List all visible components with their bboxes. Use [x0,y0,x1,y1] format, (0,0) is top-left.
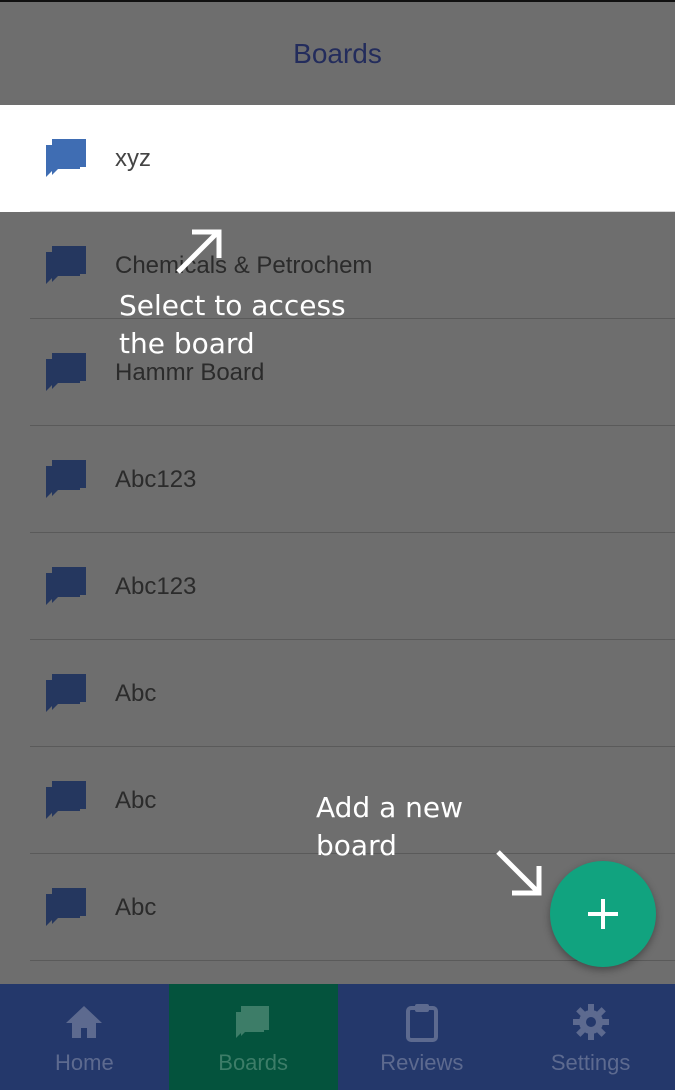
plus-icon [588,899,618,929]
chat-bubbles-icon [46,674,86,712]
chat-bubbles-icon [46,460,86,498]
board-row[interactable]: xyz [0,105,675,212]
chat-bubbles-icon [46,353,86,391]
header: Boards [0,0,675,105]
board-name: Abc123 [115,465,197,493]
board-name: xyz [115,144,151,172]
tab-boards[interactable]: Boards [168,984,338,1090]
chat-bubbles-icon [236,1006,270,1038]
add-hint-line1: Add a new [316,791,464,824]
board-name: Abc [115,679,157,707]
chat-bubbles-icon [46,246,86,284]
page-title: Boards [293,37,382,69]
arrow-down-right-icon [496,850,542,896]
chat-bubbles-icon [46,567,86,605]
board-name: Chemicals & Petrochem [115,251,373,279]
tab-settings-label: Settings [550,1050,631,1075]
board-name: Abc123 [115,572,197,600]
add-board-button[interactable] [550,861,656,967]
chat-bubbles-icon [46,139,86,177]
arrow-up-right-icon [176,229,222,274]
board-row[interactable]: Abc123 [0,426,675,533]
tab-settings[interactable]: Settings [506,984,675,1090]
tab-boards-label: Boards [218,1050,288,1075]
tab-home[interactable]: Home [0,984,169,1090]
clipboard-icon [405,1004,438,1042]
chat-bubbles-icon [46,781,86,819]
board-name: Abc [115,893,157,921]
chat-bubbles-icon [46,888,86,926]
tab-reviews-label: Reviews [380,1050,464,1075]
select-board-hint: Select to access the board [119,287,419,363]
app-frame: Boards xyz Chemicals & Petrochem Hammr B… [0,0,675,1090]
tab-reviews[interactable]: Reviews [338,984,507,1090]
home-icon [66,1006,103,1038]
bottom-tab-bar: Home Boards Reviews Settings [0,984,675,1090]
board-row[interactable]: Abc123 [0,533,675,640]
select-hint-line1: Select to access [119,289,346,322]
add-hint-line2: board [316,829,397,862]
tab-home-label: Home [55,1050,114,1075]
board-name: Abc [115,786,157,814]
board-row[interactable]: Abc [0,640,675,747]
add-board-hint: Add a new board [316,789,516,865]
gear-icon [572,1004,609,1040]
select-hint-line2: the board [119,327,255,360]
